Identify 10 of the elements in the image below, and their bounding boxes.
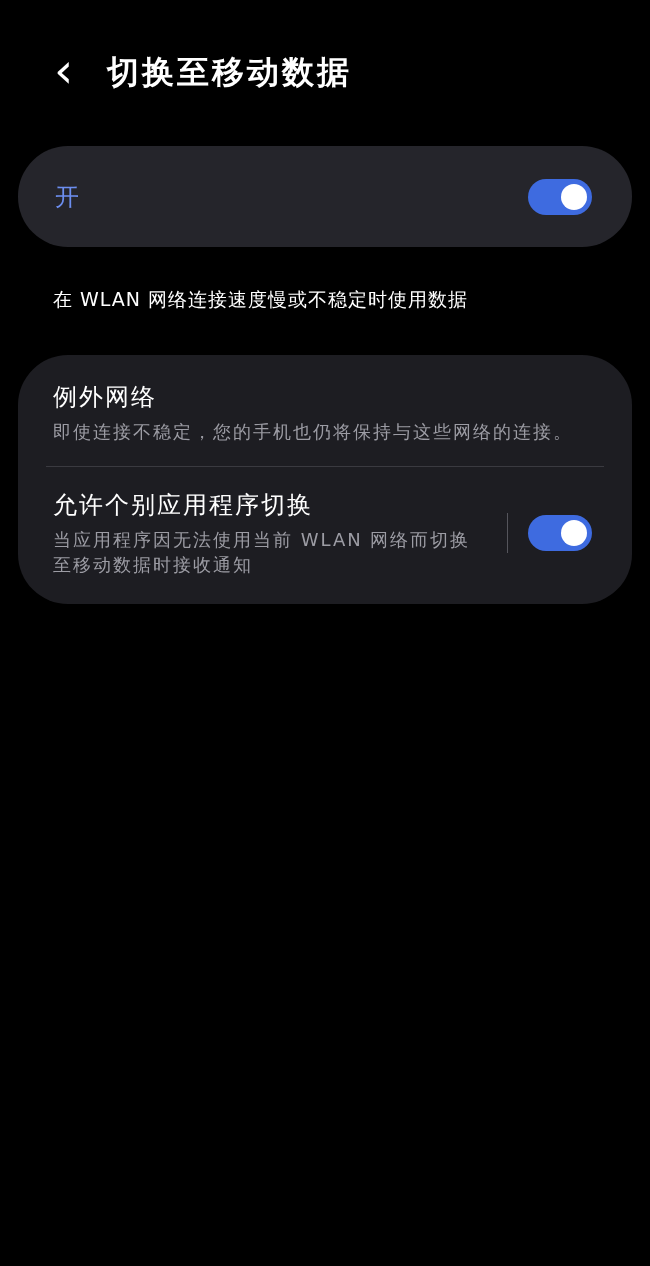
back-button[interactable]: ‹ — [48, 46, 80, 100]
setting-subtitle: 当应用程序因无法使用当前 WLAN 网络而切换至移动数据时接收通知 — [53, 528, 472, 578]
page-title: 切换至移动数据 — [107, 52, 353, 93]
setting-title[interactable]: 例外网络 — [53, 381, 592, 413]
setting-subtitle: 即使连接不稳定，您的手机也仍将保持与这些网络的连接。 — [53, 420, 574, 444]
setting-title[interactable]: 允许个别应用程序切换 — [53, 489, 487, 522]
toggle-switch[interactable] — [528, 515, 592, 552]
toggle-switch[interactable] — [528, 178, 592, 215]
description-text: 在 WLAN 网络连接速度慢或不稳定时使用数据 — [53, 287, 470, 312]
switch-label: 开 — [55, 181, 79, 213]
